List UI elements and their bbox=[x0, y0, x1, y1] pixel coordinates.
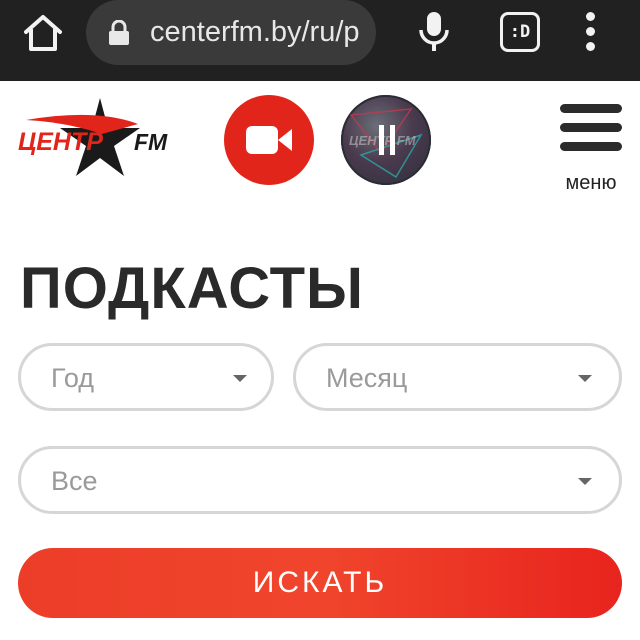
radio-player-button[interactable]: ЦЕНТР FM bbox=[341, 95, 431, 185]
browser-toolbar: centerfm.by/ru/p :D bbox=[0, 0, 640, 81]
site-logo[interactable]: ЦЕНТР FM bbox=[16, 98, 176, 178]
year-select[interactable]: Год bbox=[18, 343, 274, 411]
year-select-value: Год bbox=[51, 363, 94, 393]
extension-icon[interactable]: :D bbox=[500, 12, 540, 52]
menu-label: меню bbox=[565, 172, 617, 194]
category-select-value: Все bbox=[51, 466, 98, 496]
address-bar[interactable]: centerfm.by/ru/p bbox=[86, 0, 376, 65]
chevron-down-icon bbox=[578, 375, 592, 382]
chevron-down-icon bbox=[578, 478, 592, 485]
video-camera-icon bbox=[246, 126, 292, 154]
url-text: centerfm.by/ru/p bbox=[150, 16, 360, 48]
search-button[interactable]: ИСКАТЬ bbox=[18, 548, 622, 618]
page-title: ПОДКАСТЫ bbox=[20, 256, 364, 321]
pause-icon bbox=[377, 125, 397, 155]
video-stream-button[interactable] bbox=[224, 95, 314, 185]
mic-icon[interactable] bbox=[416, 10, 452, 54]
category-select[interactable]: Все bbox=[18, 446, 622, 514]
home-icon[interactable] bbox=[22, 14, 64, 52]
menu-button[interactable]: меню bbox=[558, 104, 624, 194]
logo-fm: FM bbox=[134, 129, 168, 155]
chevron-down-icon bbox=[233, 375, 247, 382]
month-select[interactable]: Месяц bbox=[293, 343, 622, 411]
month-select-value: Месяц bbox=[326, 363, 408, 393]
lock-icon bbox=[108, 19, 130, 46]
kebab-menu-icon[interactable] bbox=[578, 10, 602, 54]
logo-text: ЦЕНТР bbox=[18, 128, 103, 156]
